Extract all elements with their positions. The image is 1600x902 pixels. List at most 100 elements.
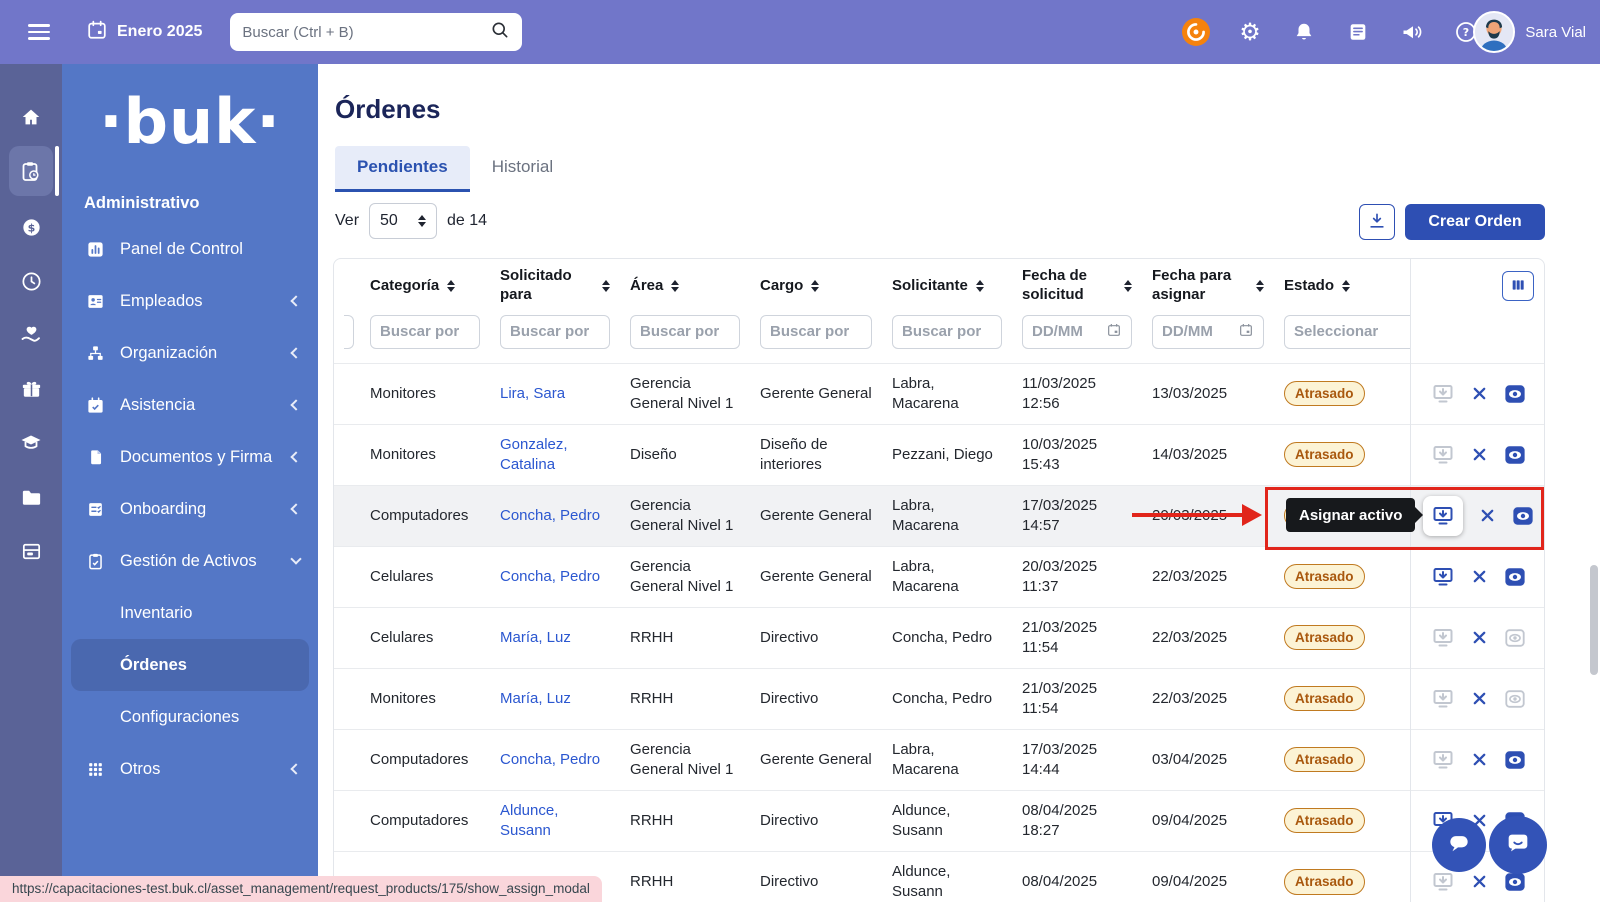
period-selector[interactable]: Enero 2025 bbox=[86, 19, 202, 46]
configure-columns-button[interactable] bbox=[1502, 271, 1534, 301]
employee-link[interactable]: María, Luz bbox=[500, 690, 571, 707]
cell-cargo: Gerente General bbox=[750, 363, 882, 424]
reject-order-button[interactable] bbox=[1471, 568, 1488, 585]
assign-asset-button[interactable] bbox=[1431, 443, 1455, 467]
employee-link[interactable]: Lira, Sara bbox=[500, 385, 565, 402]
gear-icon[interactable]: ⚙ bbox=[1236, 18, 1264, 46]
filter-solicitado[interactable]: Buscar por bbox=[500, 315, 610, 349]
cell-area: Gerencia General Nivel 1 bbox=[620, 546, 750, 607]
clipped-filter-input[interactable] bbox=[344, 315, 354, 349]
col-solicitante[interactable]: Solicitante bbox=[882, 259, 1012, 313]
assign-asset-button[interactable] bbox=[1431, 870, 1455, 894]
filter-cargo[interactable]: Buscar por bbox=[760, 315, 872, 349]
sidebar-item-documentos-y-firma[interactable]: Documentos y Firma bbox=[62, 431, 318, 483]
search-icon[interactable] bbox=[490, 20, 510, 45]
employee-link[interactable]: Concha, Pedro bbox=[500, 568, 600, 585]
cell-categoria: Monitores bbox=[360, 668, 490, 729]
col-cargo[interactable]: Cargo bbox=[750, 259, 882, 313]
chat-window-button[interactable] bbox=[1489, 816, 1547, 874]
download-button[interactable] bbox=[1359, 204, 1395, 240]
reject-order-button[interactable] bbox=[1479, 507, 1496, 524]
col-categoria[interactable]: Categoría bbox=[360, 259, 490, 313]
buk-logo[interactable]: ·buk· bbox=[62, 88, 318, 156]
employee-link[interactable]: María, Luz bbox=[500, 629, 571, 646]
employee-link[interactable]: Concha, Pedro bbox=[500, 751, 600, 768]
page-title: Órdenes bbox=[335, 94, 441, 125]
assign-asset-button[interactable] bbox=[1431, 626, 1455, 650]
chat-bubble-button[interactable] bbox=[1432, 818, 1486, 872]
scrollbar-thumb[interactable] bbox=[1590, 565, 1598, 675]
rail-clipboard-clock-icon[interactable] bbox=[0, 144, 62, 200]
rail-clock-icon[interactable] bbox=[0, 254, 62, 308]
assign-asset-button[interactable] bbox=[1431, 504, 1455, 528]
rail-folder-icon[interactable] bbox=[0, 470, 62, 524]
filter-area[interactable]: Buscar por bbox=[630, 315, 740, 349]
assign-asset-button[interactable] bbox=[1431, 382, 1455, 406]
table-row: ComputadoresAldunce, SusannRRHHDirectivo… bbox=[334, 790, 1545, 851]
reject-order-button[interactable] bbox=[1471, 751, 1488, 768]
col-fecha-asignar[interactable]: Fecha para asignar bbox=[1142, 259, 1274, 313]
cell-hidden bbox=[334, 363, 360, 424]
clipboard-check-icon bbox=[84, 552, 106, 571]
sidebar-subitem-configuraciones[interactable]: Configuraciones bbox=[62, 691, 318, 743]
tab-pendientes[interactable]: Pendientes bbox=[335, 146, 470, 192]
document-icon bbox=[84, 448, 106, 467]
rail-home-icon[interactable] bbox=[0, 90, 62, 144]
reject-order-button[interactable] bbox=[1471, 690, 1488, 707]
filter-fecha-solicitud[interactable]: DD/MM bbox=[1022, 315, 1132, 349]
view-order-button[interactable] bbox=[1504, 871, 1526, 893]
view-order-button[interactable] bbox=[1512, 505, 1534, 527]
assign-asset-button[interactable] bbox=[1431, 565, 1455, 589]
reject-order-button[interactable] bbox=[1471, 446, 1488, 463]
cell-categoria: Celulares bbox=[360, 607, 490, 668]
updates-icon[interactable] bbox=[1182, 18, 1210, 46]
employee-link[interactable]: Concha, Pedro bbox=[500, 507, 600, 524]
sidebar-item-asistencia[interactable]: Asistencia bbox=[62, 379, 318, 431]
filter-solicitante[interactable]: Buscar por bbox=[892, 315, 1002, 349]
reject-order-button[interactable] bbox=[1471, 629, 1488, 646]
view-order-button[interactable] bbox=[1504, 444, 1526, 466]
hamburger-icon[interactable] bbox=[28, 24, 50, 40]
view-order-button[interactable] bbox=[1504, 749, 1526, 771]
rail-hand-heart-icon[interactable] bbox=[0, 308, 62, 362]
sidebar-subitem-ordenes[interactable]: Órdenes bbox=[71, 639, 309, 691]
news-icon[interactable] bbox=[1344, 18, 1372, 46]
view-order-button[interactable] bbox=[1504, 566, 1526, 588]
filter-estado[interactable]: Seleccionar bbox=[1284, 315, 1410, 349]
reject-order-button[interactable] bbox=[1471, 385, 1488, 402]
megaphone-icon[interactable] bbox=[1398, 18, 1426, 46]
sidebar-item-empleados[interactable]: Empleados bbox=[62, 275, 318, 327]
rail-dollar-icon[interactable]: $ bbox=[0, 200, 62, 254]
employee-link[interactable]: Gonzalez, Catalina bbox=[500, 436, 568, 473]
assign-asset-button[interactable] bbox=[1431, 687, 1455, 711]
col-fecha-solicitud[interactable]: Fecha de solicitud bbox=[1012, 259, 1142, 313]
rail-gift-icon[interactable] bbox=[0, 362, 62, 416]
sidebar-item-onboarding[interactable]: Onboarding bbox=[62, 483, 318, 535]
assign-asset-button[interactable] bbox=[1431, 748, 1455, 772]
sidebar-item-gestion-de-activos[interactable]: Gestión de Activos bbox=[62, 535, 318, 587]
per-page-select[interactable]: 50 bbox=[369, 203, 437, 239]
chevron-down-icon bbox=[290, 554, 301, 565]
chevron-left-icon bbox=[290, 504, 301, 515]
employee-link[interactable]: Aldunce, Susann bbox=[500, 802, 558, 839]
rail-archive-icon[interactable] bbox=[0, 524, 62, 578]
sidebar-item-organizacion[interactable]: Organización bbox=[62, 327, 318, 379]
view-order-button[interactable] bbox=[1504, 627, 1526, 649]
tab-historial[interactable]: Historial bbox=[470, 146, 575, 192]
sidebar-item-panel-de-control[interactable]: Panel de Control bbox=[62, 223, 318, 275]
sidebar-subitem-inventario[interactable]: Inventario bbox=[62, 587, 318, 639]
bell-icon[interactable] bbox=[1290, 18, 1318, 46]
col-solicitado-para[interactable]: Solicitado para bbox=[490, 259, 620, 313]
sidebar-item-otros[interactable]: Otros bbox=[62, 743, 318, 795]
search-input[interactable] bbox=[242, 24, 490, 41]
view-order-button[interactable] bbox=[1504, 383, 1526, 405]
col-area[interactable]: Área bbox=[620, 259, 750, 313]
create-order-button[interactable]: Crear Orden bbox=[1405, 204, 1545, 240]
filter-categoria[interactable]: Buscar por bbox=[370, 315, 480, 349]
reject-order-button[interactable] bbox=[1471, 873, 1488, 890]
view-order-button[interactable] bbox=[1504, 688, 1526, 710]
avatar[interactable] bbox=[1473, 11, 1515, 53]
filter-fecha-asignar[interactable]: DD/MM bbox=[1152, 315, 1264, 349]
col-estado[interactable]: Estado bbox=[1274, 259, 1410, 313]
rail-graduation-icon[interactable] bbox=[0, 416, 62, 470]
